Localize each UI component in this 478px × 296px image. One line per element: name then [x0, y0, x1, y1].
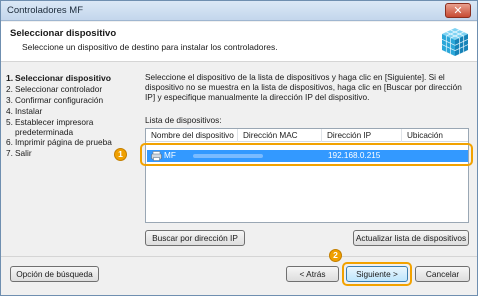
step-label: Salir [15, 148, 32, 158]
back-button[interactable]: < Atrás [286, 266, 339, 282]
step-label: Confirmar configuración [15, 95, 104, 105]
close-icon: ✕ [453, 4, 463, 17]
installer-window: Controladores MF ✕ Seleccionar dispositi… [0, 0, 478, 296]
step-label: Seleccionar controlador [15, 84, 103, 94]
step-label: Seleccionar dispositivo [15, 73, 111, 83]
step-select-device: 1. Seleccionar dispositivo [6, 73, 136, 84]
column-mac-address[interactable]: Dirección MAC [238, 129, 322, 142]
step-number: 1. [6, 73, 14, 83]
page-title: Seleccionar dispositivo [10, 28, 117, 39]
device-list-label: Lista de dispositivos: [145, 115, 222, 125]
instruction-text: Seleccione el dispositivo de la lista de… [145, 72, 462, 102]
step-label: Establecer impresora predeterminada [15, 117, 94, 137]
search-by-ip-button[interactable]: Buscar por dirección IP [145, 230, 245, 246]
step-label: Instalar [15, 106, 43, 116]
refresh-device-list-button[interactable]: Actualizar lista de dispositivos [353, 230, 469, 246]
step-confirm-settings: 3. Confirmar configuración [6, 95, 136, 106]
printer-icon [151, 151, 162, 161]
search-option-button[interactable]: Opción de búsqueda [10, 266, 99, 282]
wizard-header: Seleccionar dispositivo Seleccione un di… [1, 22, 477, 62]
step-number: 4. [6, 106, 13, 116]
device-list-header: Nombre del dispositivo Dirección MAC Dir… [146, 129, 468, 142]
column-device-name[interactable]: Nombre del dispositivo [146, 129, 238, 142]
step-install: 4. Instalar [6, 106, 136, 117]
redacted-device-name [193, 154, 263, 158]
step-number: 2. [6, 84, 13, 94]
cancel-button[interactable]: Cancelar [415, 266, 470, 282]
column-location[interactable]: Ubicación [402, 129, 468, 142]
driver-package-icon [441, 28, 469, 56]
device-name-cell: MF [164, 151, 176, 160]
step-print-test-page: 6. Imprimir página de prueba [6, 137, 136, 148]
step-set-default-printer: 5. Establecer impresora predeterminada [6, 117, 136, 137]
callout-2-badge: 2 [329, 249, 342, 262]
step-number: 7. [6, 148, 13, 158]
column-ip-address[interactable]: Dirección IP [322, 129, 402, 142]
step-number: 3. [6, 95, 13, 105]
window-title: Controladores MF [7, 5, 84, 16]
page-subtitle: Seleccione un dispositivo de destino par… [22, 42, 278, 52]
device-list[interactable]: Nombre del dispositivo Dirección MAC Dir… [145, 128, 469, 223]
callout-1-badge: 1 [114, 148, 127, 161]
next-button[interactable]: Siguiente > [346, 266, 408, 282]
step-select-driver: 2. Seleccionar controlador [6, 84, 136, 95]
ip-address-cell: 192.168.0.215 [328, 151, 381, 160]
step-number: 5. [6, 117, 13, 127]
step-number: 6. [6, 137, 13, 147]
footer-divider [1, 256, 477, 257]
device-row[interactable]: MF 192.168.0.215 [147, 150, 468, 162]
wizard-steps: 1. Seleccionar dispositivo 2. Selecciona… [6, 73, 136, 159]
close-button[interactable]: ✕ [445, 3, 471, 18]
title-bar: Controladores MF ✕ [1, 1, 477, 21]
step-label: Imprimir página de prueba [15, 137, 112, 147]
